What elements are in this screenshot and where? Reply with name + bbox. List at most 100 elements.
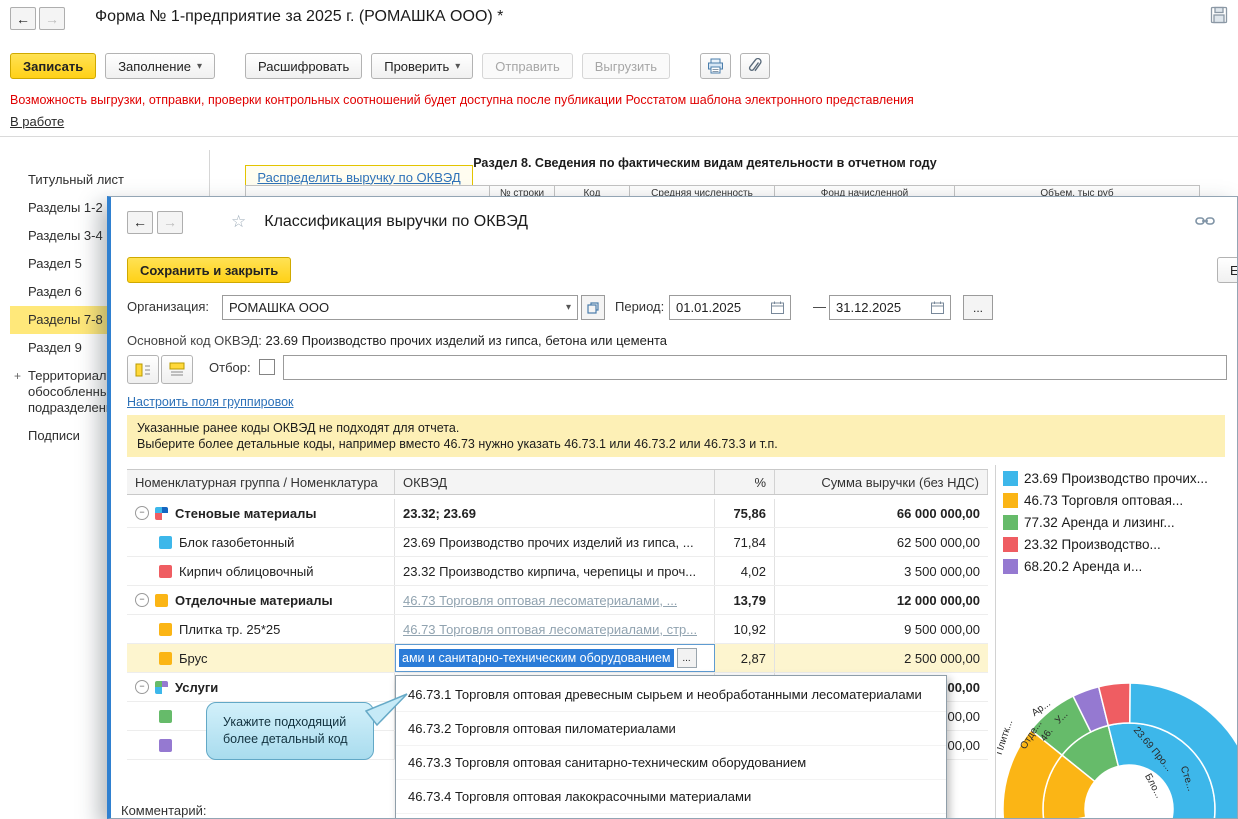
page-title: Форма № 1-предприятие за 2025 г. (РОМАШК… [95,8,504,25]
back-icon: ← [16,10,30,27]
collapse-icon[interactable]: − [135,593,149,607]
chevron-down-icon[interactable]: ▾ [560,302,571,313]
dropdown-item[interactable]: 46.73.1 Торговля оптовая древесным сырье… [396,678,946,712]
chart-legend: 23.69 Производство прочих... 46.73 Торго… [1003,467,1237,577]
main-nav: ← → [10,7,65,30]
okved-link[interactable]: 46.73 Торговля оптовая лесоматериалами, … [403,622,697,637]
revenue-sunburst-chart: Плитк... Отде... Ар... У... 46. 23.69 Пр… [997,623,1237,818]
table-row[interactable]: Плитка тр. 25*25 46.73 Торговля оптовая … [127,615,988,644]
item-color-icon [159,564,172,578]
decode-button[interactable]: Расшифровать [244,53,363,79]
sidebar-item-title-page[interactable]: Титульный лист [10,166,209,194]
hint-tooltip: Укажите подходящий более детальный код [206,693,408,760]
organization-label: Организация: [127,299,210,314]
panel-divider [995,465,996,818]
item-color-icon [159,651,172,665]
dialog-back-button[interactable]: ← [127,210,153,234]
period-from-input[interactable]: 01.01.2025 [669,295,791,320]
collapse-icon[interactable]: − [135,680,149,694]
filter-label: Отбор: [209,360,251,375]
comment-label: Комментарий: [121,803,207,818]
main-toolbar: Записать Заполнение ▾ Расшифровать Провер… [10,53,771,79]
organization-input[interactable]: РОМАШКА ООО ▾ [222,295,578,320]
legend-color-icon [1003,492,1018,508]
dropdown-item[interactable]: 46.73.4 Торговля оптовая лакокрасочными … [396,780,946,814]
printer-icon [708,58,724,74]
grouping-settings-button[interactable] [161,355,193,384]
okved-dropdown: 46.73.1 Торговля оптовая древесным сырье… [395,675,947,818]
send-button: Отправить [482,53,573,79]
okved-classification-dialog: ← → ☆ Классификация выручки по ОКВЭД Сох… [107,196,1238,819]
print-button[interactable] [700,53,732,79]
table-row[interactable]: Кирпич облицовочный 23.32 Производство к… [127,557,988,586]
dropdown-item[interactable]: 46.73.3 Торговля оптовая санитарно-техни… [396,746,946,780]
divider [0,136,1238,137]
forward-icon: → [45,10,59,27]
okved-link[interactable]: 46.73 Торговля оптовая лесоматериалами, … [403,593,677,608]
period-label: Период: [615,299,665,314]
get-link-icon[interactable] [1195,214,1215,231]
legend-color-icon [1003,514,1018,530]
dialog-forward-button[interactable]: → [157,210,183,234]
forward-button[interactable]: → [39,7,65,30]
section8-title: Раздел 8. Сведения по фактическим видам … [473,156,937,170]
legend-item[interactable]: 68.20.2 Аренда и... [1003,555,1237,577]
back-button[interactable]: ← [10,7,36,30]
attachments-button[interactable] [740,53,771,79]
open-organization-button[interactable] [581,295,605,320]
okved-edit-cell[interactable]: ами и санитарно-техническим оборудование… [395,644,715,672]
publication-warning: Возможность выгрузки, отправки, проверки… [10,93,914,107]
chevron-down-icon: ▾ [455,60,461,72]
filter-checkbox[interactable] [259,359,275,375]
calendar-icon[interactable] [771,301,784,314]
period-dash: — [813,299,826,314]
add-grouping-icon [135,363,150,376]
item-color-icon [159,709,172,723]
filter-input[interactable] [283,355,1227,380]
legend-color-icon [1003,470,1018,486]
item-color-icon [159,738,172,752]
table-row[interactable]: Блок газобетонный 23.69 Производство про… [127,528,988,557]
legend-item[interactable]: 77.32 Аренда и лизинг... [1003,511,1237,533]
group-color-icon [155,680,168,694]
back-icon: ← [133,214,147,230]
dropdown-item[interactable]: 46.73.5 Торговля оптовая листовым стекло… [396,814,946,818]
chevron-down-icon: ▾ [196,60,202,72]
fill-button[interactable]: Заполнение ▾ [105,53,215,79]
cell-ellipsis-button[interactable]: ... [676,648,697,668]
calendar-icon[interactable] [931,301,944,314]
group-color-icon [155,506,168,520]
more-button[interactable]: Ещё [1217,257,1237,283]
item-color-icon [159,622,172,636]
group-color-icon [155,593,168,607]
expand-icon[interactable]: + [14,368,21,384]
table-header: Номенклатурная группа / Номенклатура ОКВ… [127,469,988,495]
dropdown-item[interactable]: 46.73.2 Торговля оптовая пиломатериалами [396,712,946,746]
grouping-fields-link[interactable]: Настроить поля группировок [127,395,294,409]
save-and-close-button[interactable]: Сохранить и закрыть [127,257,292,283]
table-row[interactable]: − Стеновые материалы 23.32; 23.69 75,86 … [127,499,988,528]
table-row-selected[interactable]: Брус ами и санитарно-техническим оборудо… [127,644,988,673]
legend-item[interactable]: 46.73 Торговля оптовая... [1003,489,1237,511]
table-row[interactable]: − Отделочные материалы 46.73 Торговля оп… [127,586,988,615]
okved-warning-box: Указанные ранее коды ОКВЭД не подходят д… [127,415,1225,457]
collapse-icon[interactable]: − [135,506,149,520]
main-okved-line: Основной код ОКВЭД: 23.69 Производство п… [127,333,668,348]
legend-color-icon [1003,558,1018,574]
period-choice-button[interactable]: ... [963,295,993,320]
favorite-star-icon[interactable]: ☆ [231,212,246,232]
grouping-rows-icon [169,362,185,375]
save-document-icon[interactable] [1210,6,1228,27]
status-link[interactable]: В работе [10,114,64,129]
open-icon [587,301,599,314]
tooltip-tail [365,693,408,727]
forward-icon: → [163,214,177,230]
item-color-icon [159,535,172,549]
legend-item[interactable]: 23.69 Производство прочих... [1003,467,1237,489]
legend-item[interactable]: 23.32 Производство... [1003,533,1237,555]
add-grouping-button[interactable] [127,355,159,384]
write-button[interactable]: Записать [10,53,97,79]
legend-color-icon [1003,536,1018,552]
period-to-input[interactable]: 31.12.2025 [829,295,951,320]
check-button[interactable]: Проверить ▾ [371,53,474,79]
